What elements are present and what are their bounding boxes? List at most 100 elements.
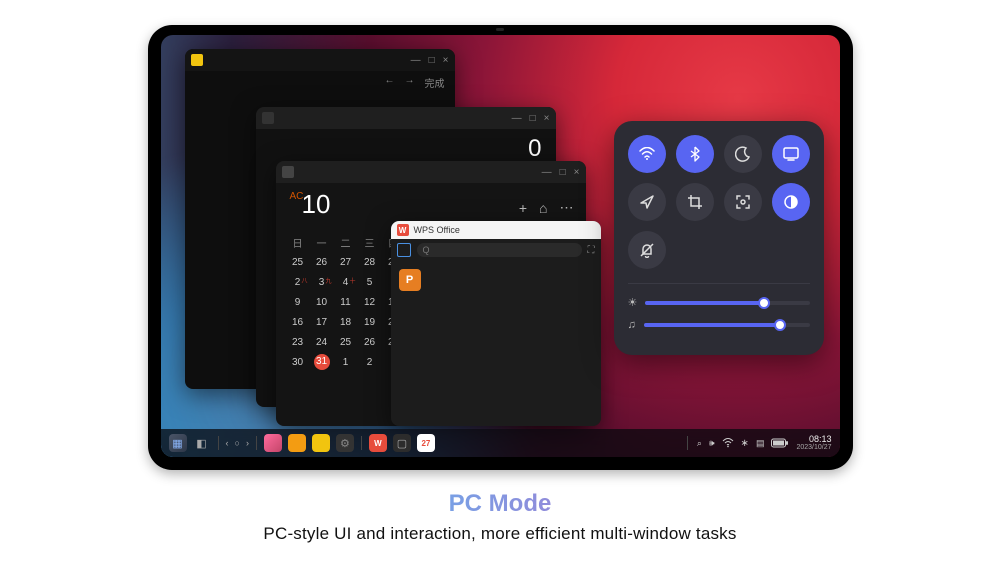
today-icon[interactable]: ⌂: [539, 200, 547, 216]
nav-home-icon[interactable]: ○: [235, 438, 240, 448]
pinned-app-files[interactable]: [288, 434, 306, 452]
calendar-day-cell[interactable]: 2: [358, 357, 382, 368]
wps-app-icon: W: [397, 224, 409, 236]
calendar-day-cell[interactable]: 5: [358, 277, 382, 288]
task-view-icon[interactable]: ◧: [193, 434, 211, 452]
wps-title-label: WPS Office: [414, 225, 460, 235]
tray-bluetooth-icon[interactable]: ∗: [741, 438, 749, 449]
expand-icon[interactable]: ⛶: [588, 245, 595, 256]
wps-search-input[interactable]: Q: [417, 243, 582, 257]
calendar-day-cell[interactable]: 26: [310, 257, 334, 268]
calendar-day-cell[interactable]: 27: [334, 257, 358, 268]
maximize-icon[interactable]: □: [530, 113, 536, 124]
calendar-day-cell[interactable]: 12: [358, 297, 382, 308]
minimize-icon[interactable]: —: [411, 55, 421, 66]
moon-icon[interactable]: [724, 135, 762, 173]
close-icon[interactable]: ×: [443, 55, 449, 66]
clock-time: 08:13: [796, 435, 831, 444]
tray-quicksettings-icon[interactable]: ▤: [756, 438, 765, 449]
minimize-icon[interactable]: —: [542, 167, 552, 178]
calendar-day-cell[interactable]: 23: [286, 337, 310, 348]
tray-search-icon[interactable]: ⌕: [697, 438, 702, 449]
crop-icon[interactable]: [676, 183, 714, 221]
calendar-day-cell[interactable]: 4十: [334, 277, 358, 288]
tray-battery-icon[interactable]: [771, 438, 789, 448]
window-memo-titlebar[interactable]: — □ ×: [185, 49, 455, 71]
camera-notch: [496, 28, 504, 31]
forward-button[interactable]: →: [405, 75, 415, 90]
done-button[interactable]: 完成: [425, 75, 445, 90]
close-icon[interactable]: ×: [574, 167, 580, 178]
contrast-icon[interactable]: [772, 183, 810, 221]
add-button[interactable]: +: [519, 200, 527, 216]
memo-app-icon: [191, 54, 203, 66]
running-app-wps[interactable]: W: [369, 434, 387, 452]
calendar-day-header: 日: [286, 235, 310, 250]
maximize-icon[interactable]: □: [560, 167, 566, 178]
calendar-day-cell[interactable]: 17: [310, 317, 334, 328]
close-icon[interactable]: ×: [544, 113, 550, 124]
calendar-day-cell[interactable]: 3九: [310, 277, 334, 288]
volume-icon: ♫: [628, 319, 636, 331]
maximize-icon[interactable]: □: [429, 55, 435, 66]
calendar-day-header: 一: [310, 235, 334, 250]
running-app-calc[interactable]: ▢: [393, 434, 411, 452]
caption-subtitle: PC-style UI and interaction, more effici…: [263, 524, 736, 544]
calendar-day-cell[interactable]: 24: [310, 337, 334, 348]
nav-back-icon[interactable]: ‹: [226, 438, 229, 448]
calendar-app-icon: [282, 166, 294, 178]
pinned-app-notes[interactable]: [312, 434, 330, 452]
tablet-device-frame: — □ × ← → 完成 — □ × 0: [148, 25, 853, 470]
calendar-day-cell[interactable]: 16: [286, 317, 310, 328]
caption-title: PC Mode: [263, 490, 736, 518]
calendar-day-header: 二: [334, 235, 358, 250]
ac-label: AC: [290, 191, 304, 202]
calendar-day-cell[interactable]: 1: [334, 357, 358, 368]
calendar-day-cell[interactable]: 25: [334, 337, 358, 348]
back-button[interactable]: ←: [385, 75, 395, 90]
brightness-slider[interactable]: [645, 301, 809, 305]
nav-recent-icon[interactable]: ›: [246, 438, 249, 448]
bluetooth-icon[interactable]: [676, 135, 714, 173]
volume-slider[interactable]: [644, 323, 810, 327]
calendar-day-cell[interactable]: 28: [358, 257, 382, 268]
calendar-day-cell[interactable]: 2八: [286, 277, 310, 288]
window-wps-titlebar[interactable]: W WPS Office: [391, 221, 601, 239]
marketing-caption: PC Mode PC-style UI and interaction, mor…: [263, 490, 736, 544]
screen-icon[interactable]: [772, 135, 810, 173]
pinned-app-gallery[interactable]: [264, 434, 282, 452]
calendar-day-cell[interactable]: 18: [334, 317, 358, 328]
calendar-day-header: 三: [358, 235, 382, 250]
sidebar-toggle-icon[interactable]: [397, 243, 411, 257]
tray-wifi-icon[interactable]: [722, 438, 734, 448]
app-launcher-icon[interactable]: ▦: [169, 434, 187, 452]
calendar-day-cell[interactable]: 19: [358, 317, 382, 328]
location-icon[interactable]: [628, 183, 666, 221]
presentation-file-icon[interactable]: P: [399, 269, 421, 291]
calendar-day-cell[interactable]: 30: [286, 357, 310, 368]
taskbar-clock[interactable]: 08:13 2023/10/27: [796, 435, 831, 451]
calendar-day-cell[interactable]: 9: [286, 297, 310, 308]
calendar-day-cell[interactable]: 26: [358, 337, 382, 348]
wifi-icon[interactable]: [628, 135, 666, 173]
dnd-icon[interactable]: [628, 231, 666, 269]
minimize-icon[interactable]: —: [512, 113, 522, 124]
calendar-day-cell[interactable]: 25: [286, 257, 310, 268]
window-calendar-titlebar[interactable]: — □ ×: [276, 161, 586, 183]
calendar-day-cell[interactable]: 11: [334, 297, 358, 308]
clock-date: 2023/10/27: [796, 444, 831, 451]
window-calculator-titlebar[interactable]: — □ ×: [256, 107, 556, 129]
calendar-day-cell[interactable]: 31: [310, 354, 334, 370]
window-wps[interactable]: W WPS Office Q ⛶ P: [391, 221, 601, 426]
quick-settings-panel: ☀ ♫: [614, 121, 824, 355]
more-icon[interactable]: ⋯: [560, 199, 574, 216]
running-app-calendar[interactable]: 27: [417, 434, 435, 452]
search-icon: Q: [423, 245, 430, 255]
brightness-icon: ☀: [628, 296, 638, 309]
calc-app-icon: [262, 112, 274, 124]
calendar-day-cell[interactable]: 10: [310, 297, 334, 308]
capture-icon[interactable]: [724, 183, 762, 221]
tray-sound-icon[interactable]: 🕪: [709, 438, 715, 449]
pinned-app-settings[interactable]: ⚙: [336, 434, 354, 452]
desktop-screen: — □ × ← → 完成 — □ × 0: [161, 35, 840, 457]
